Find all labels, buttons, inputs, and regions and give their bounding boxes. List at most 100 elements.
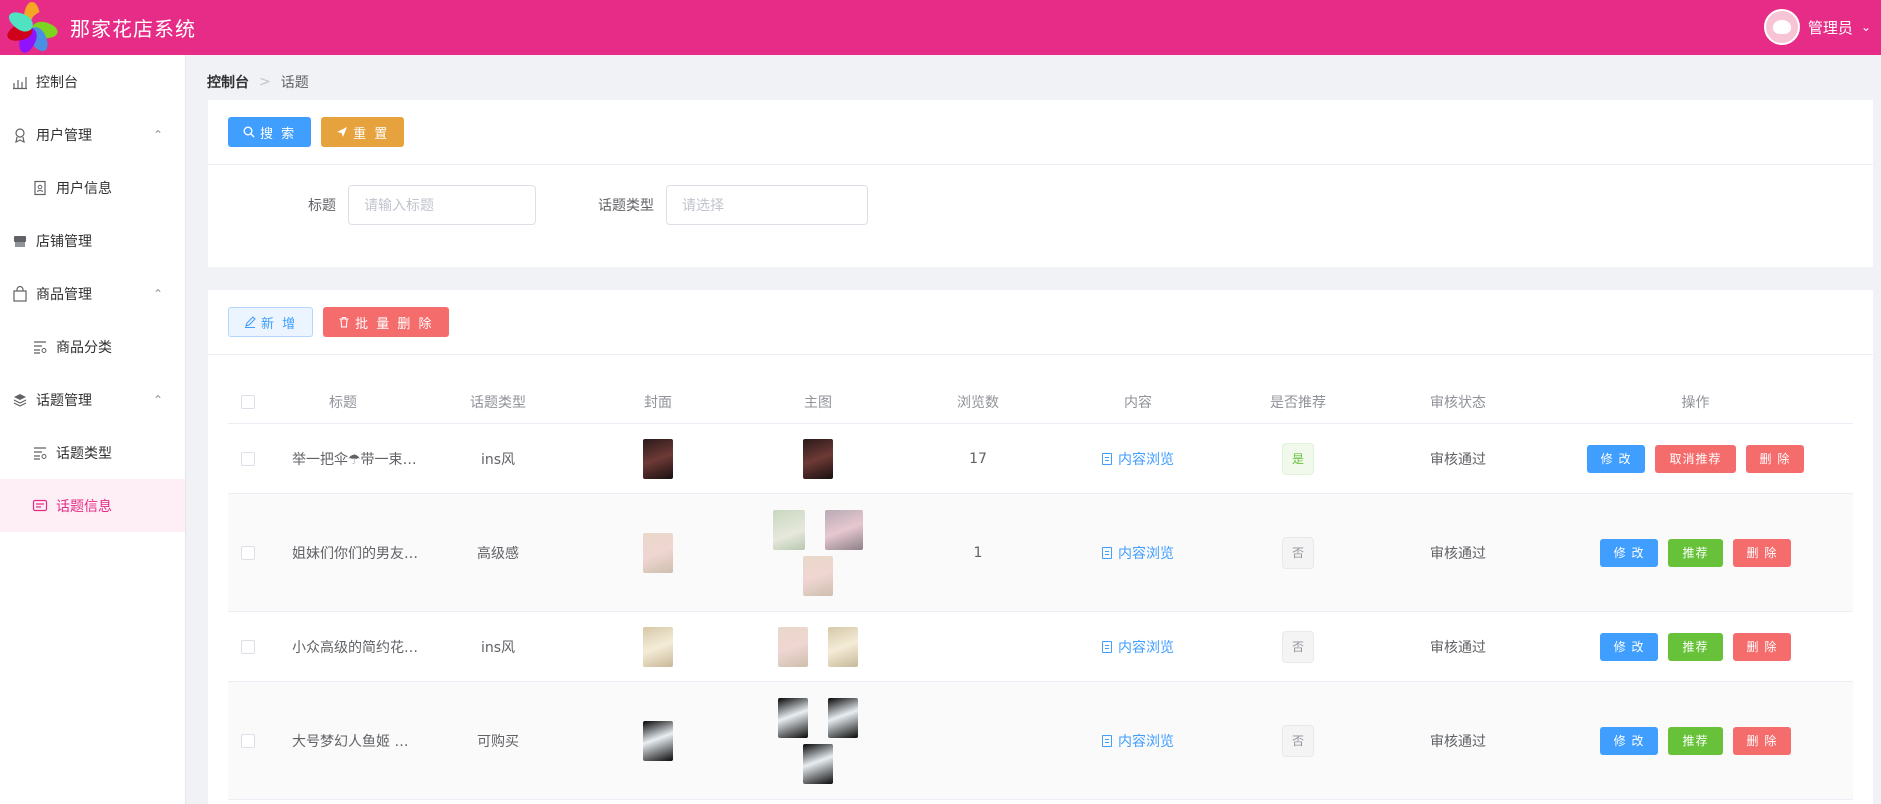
main-image[interactable] (828, 697, 858, 738)
reset-button[interactable]: 重 置 (321, 117, 405, 147)
edit-button[interactable]: 修 改 (1599, 632, 1659, 661)
main-image[interactable] (803, 555, 833, 596)
topic-table: 标题 话题类型 封面 主图 浏览数 内容 是否推荐 审核状态 操作 举一把伞☂带… (228, 380, 1853, 800)
delete-button[interactable]: 删 除 (1732, 632, 1792, 661)
breadcrumb-separator: > (259, 74, 271, 90)
view-content-label: 内容浏览 (1118, 733, 1174, 750)
sidebar-item-label: 话题类型 (56, 445, 112, 462)
title-filter-label: 标题 (308, 198, 336, 214)
add-button[interactable]: 新 增 (228, 307, 314, 337)
cover-image[interactable] (643, 626, 673, 667)
table-header: 标题 话题类型 封面 主图 浏览数 内容 是否推荐 审核状态 操作 (228, 380, 1853, 424)
breadcrumb-root[interactable]: 控制台 (207, 72, 249, 92)
chevron-up-icon: ⌃ (152, 127, 163, 142)
search-button[interactable]: 搜 索 (228, 117, 312, 147)
delete-button[interactable]: 删 除 (1732, 538, 1792, 567)
table-row: 举一把伞☂带一束花... ins风 17 内容浏览 是 审核通过 修 改 取消推… (228, 424, 1853, 494)
table-row: 大号梦幻人鱼姬 仙气... 可购买 内容浏览 否 审核通过 修 改 推荐 删 除 (228, 682, 1853, 800)
delete-button[interactable]: 删 除 (1732, 726, 1792, 755)
review-status: 审核通过 (1430, 733, 1486, 750)
table-panel: 新 增 批 量 删 除 标题 话题类型 封面 主图 浏览数 内容 是否推荐 审核… (208, 290, 1873, 804)
cover-image[interactable] (643, 438, 673, 479)
sidebar-item-label: 店铺管理 (36, 233, 92, 250)
user-menu[interactable]: 管理员 ⌄ (1763, 9, 1871, 45)
row-checkbox[interactable] (241, 639, 255, 654)
sidebar-item-topic-type[interactable]: 话题类型 (0, 426, 185, 479)
cover-image[interactable] (643, 532, 673, 573)
cover-image[interactable] (643, 720, 673, 761)
sidebar-item-store-management[interactable]: 店铺管理 (0, 214, 185, 267)
topic-type: 可购买 (477, 733, 519, 750)
recommend-button[interactable]: 推荐 (1668, 538, 1723, 567)
edit-button[interactable]: 修 改 (1599, 726, 1659, 755)
sidebar-item-topic-info[interactable]: 话题信息 (0, 479, 185, 532)
column-header: 浏览数 (957, 394, 999, 411)
chevron-down-icon[interactable]: ⌄ (1861, 20, 1871, 34)
breadcrumb-current: 话题 (280, 75, 309, 91)
avatar[interactable] (1763, 9, 1800, 45)
search-button-label: 搜 索 (260, 126, 297, 142)
recommend-tag: 否 (1281, 724, 1314, 757)
cancel-recommend-button[interactable]: 取消推荐 (1655, 444, 1736, 473)
edit-button[interactable]: 修 改 (1586, 444, 1646, 473)
main-image[interactable] (778, 626, 808, 667)
main-image[interactable] (778, 697, 808, 738)
document-icon (1102, 546, 1112, 559)
layers-icon (12, 392, 28, 408)
sidebar-item-product-management[interactable]: 商品管理 ⌃ (0, 267, 185, 320)
review-status: 审核通过 (1430, 545, 1486, 562)
view-content-link[interactable]: 内容浏览 (1102, 731, 1174, 751)
topic-type: ins风 (480, 451, 516, 468)
topic-type: 高级感 (477, 545, 519, 562)
app-logo (4, 0, 60, 56)
edit-button[interactable]: 修 改 (1599, 538, 1659, 567)
column-header: 是否推荐 (1270, 394, 1326, 411)
topic-title: 小众高级的简约花束... (292, 639, 418, 656)
bag-icon (12, 285, 28, 302)
topic-title: 姐妹们你们的男友也... (292, 545, 418, 562)
batch-delete-button-label: 批 量 删 除 (355, 316, 434, 332)
sidebar-item-topic-management[interactable]: 话题管理 ⌃ (0, 373, 185, 426)
store-icon (12, 233, 28, 249)
sidebar-item-label: 话题信息 (56, 498, 112, 515)
select-all-checkbox[interactable] (241, 394, 255, 409)
main-image[interactable] (773, 509, 805, 550)
sidebar-item-user-info[interactable]: 用户信息 (0, 161, 185, 214)
sidebar: 控制台 用户管理 ⌃ 用户信息 店铺管理 商品管理 ⌃ 商品分类 话题管理 ⌃ … (0, 55, 186, 804)
batch-delete-button[interactable]: 批 量 删 除 (323, 307, 449, 337)
view-content-label: 内容浏览 (1118, 545, 1174, 562)
row-checkbox[interactable] (241, 545, 255, 560)
type-select[interactable]: 请选择 (666, 185, 868, 225)
view-content-link[interactable]: 内容浏览 (1102, 449, 1174, 469)
view-content-link[interactable]: 内容浏览 (1102, 637, 1174, 657)
table-row: 姐妹们你们的男友也... 高级感 1 内容浏览 否 审核通过 修 改 推荐 删 … (228, 494, 1853, 612)
sidebar-item-label: 商品管理 (36, 286, 92, 303)
app-title: 那家花店系统 (70, 17, 196, 41)
recommend-button[interactable]: 推荐 (1668, 726, 1723, 755)
type-filter-label: 话题类型 (598, 198, 654, 214)
title-search-input[interactable]: 请输入标题 (348, 185, 536, 225)
user-card-icon (32, 180, 48, 196)
row-checkbox[interactable] (241, 451, 255, 466)
view-content-link[interactable]: 内容浏览 (1102, 543, 1174, 563)
recommend-button[interactable]: 推荐 (1668, 632, 1723, 661)
main-image[interactable] (825, 509, 863, 550)
main-image[interactable] (803, 438, 833, 479)
chevron-up-icon: ⌃ (152, 286, 163, 301)
main-image[interactable] (803, 743, 833, 784)
dashboard-icon (12, 74, 28, 90)
column-header: 话题类型 (470, 394, 526, 411)
view-content-label: 内容浏览 (1118, 451, 1174, 468)
column-header: 审核状态 (1430, 394, 1486, 411)
send-icon (337, 127, 348, 137)
user-name[interactable]: 管理员 (1808, 17, 1853, 38)
delete-button[interactable]: 删 除 (1745, 444, 1805, 473)
row-checkbox[interactable] (241, 733, 255, 748)
column-header: 标题 (329, 394, 357, 411)
recommend-tag: 否 (1281, 630, 1314, 663)
sidebar-item-user-management[interactable]: 用户管理 ⌃ (0, 108, 185, 161)
sidebar-item-product-category[interactable]: 商品分类 (0, 320, 185, 373)
main-image[interactable] (828, 626, 858, 667)
sidebar-item-dashboard[interactable]: 控制台 (0, 55, 185, 108)
column-header: 内容 (1124, 394, 1152, 411)
